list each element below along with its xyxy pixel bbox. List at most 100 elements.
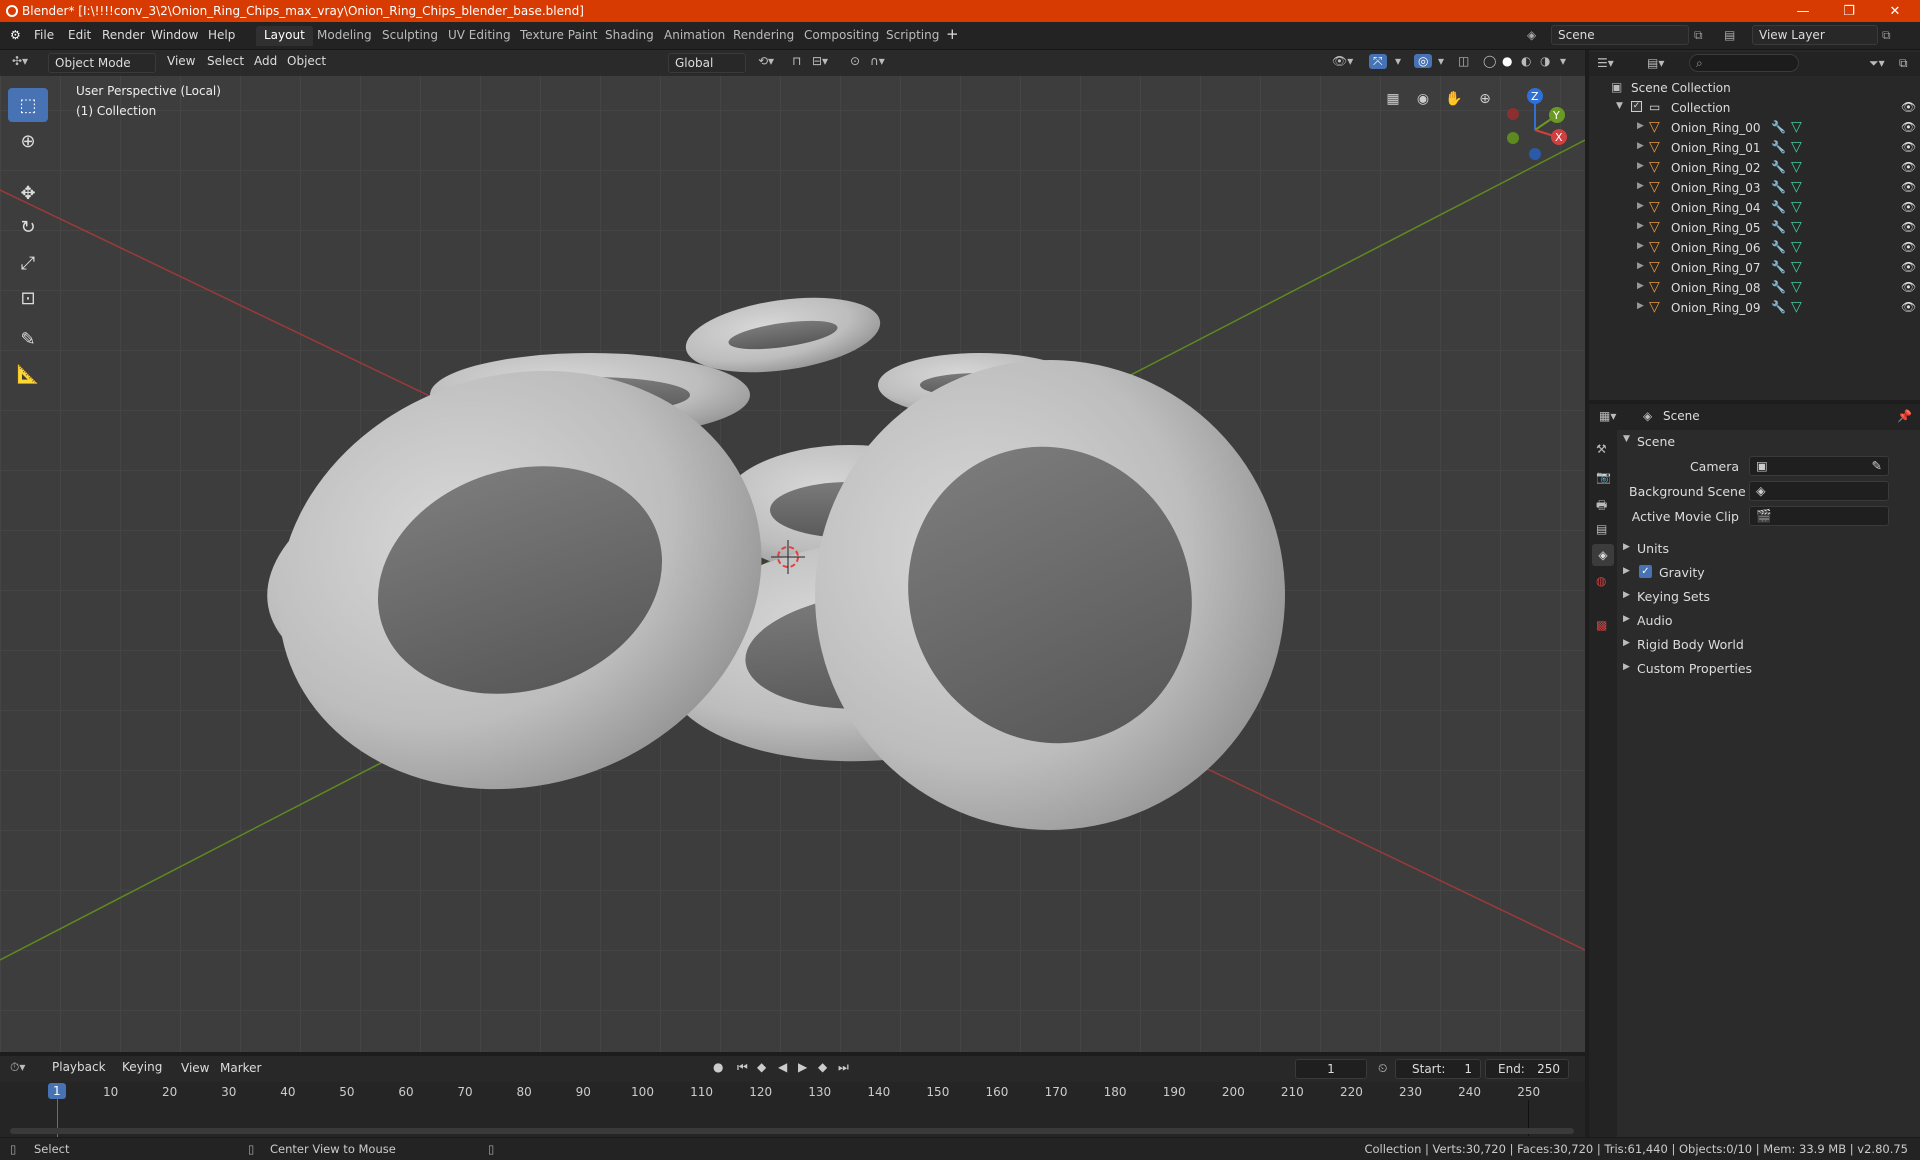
menu-object[interactable]: Object xyxy=(287,54,326,68)
object-visibility-icon[interactable]: 👁 xyxy=(1901,140,1916,154)
end-frame-field[interactable]: End: 250 xyxy=(1485,1059,1569,1079)
play-icon[interactable]: ▶ xyxy=(798,1060,807,1074)
shading-material-icon[interactable]: ◐ xyxy=(1521,54,1531,68)
modifier-wrench-icon[interactable]: 🔧 xyxy=(1771,180,1786,194)
preview-range-icon[interactable]: ⏲ xyxy=(1378,1061,1387,1076)
outliner-object-row[interactable]: ▶ ▽ Onion_Ring_04 🔧 ▽ 👁 xyxy=(1589,198,1920,218)
orientation-selector[interactable]: Global xyxy=(668,53,746,73)
gizmo-neg-z-handle[interactable] xyxy=(1529,148,1541,160)
outliner-object-row[interactable]: ▶ ▽ Onion_Ring_00 🔧 ▽ 👁 xyxy=(1589,118,1920,138)
menu-file[interactable]: File xyxy=(34,28,54,42)
close-button[interactable]: ✕ xyxy=(1872,0,1918,22)
scale-tool-icon[interactable]: ⤢ xyxy=(8,246,48,280)
prev-keyframe-icon[interactable]: ◆ xyxy=(757,1060,766,1074)
object-visibility-icon[interactable]: 👁 xyxy=(1901,180,1916,194)
snap-target-icon[interactable]: ⊟▾ xyxy=(812,54,828,68)
outliner-collection[interactable]: ▼ ✓ ▭ Collection 👁 xyxy=(1589,98,1920,118)
object-visibility-icon[interactable]: 👁 xyxy=(1901,120,1916,134)
menu-window[interactable]: Window xyxy=(151,28,198,42)
properties-section-header[interactable]: ▶ Audio xyxy=(1623,610,1913,632)
object-expand-icon[interactable]: ▶ xyxy=(1637,181,1644,191)
properties-section-header[interactable]: ▶ ✓ Gravity xyxy=(1623,562,1913,584)
record-icon[interactable]: ● xyxy=(713,1060,723,1074)
gizmo-neg-y-handle[interactable] xyxy=(1507,132,1519,144)
shading-dropdown-icon[interactable]: ▾ xyxy=(1560,54,1566,68)
gizmo-toggle-icon[interactable]: ⤧ xyxy=(1369,54,1387,69)
outliner-scene-collection[interactable]: ▣ Scene Collection xyxy=(1589,78,1920,98)
tab-uv-editing[interactable]: UV Editing xyxy=(440,26,519,46)
minimize-button[interactable]: — xyxy=(1780,0,1826,22)
overlays-dropdown-icon[interactable]: ▾ xyxy=(1438,54,1444,68)
modifier-wrench-icon[interactable]: 🔧 xyxy=(1771,140,1786,154)
camera-view-icon[interactable]: ◉ xyxy=(1412,88,1434,110)
outliner-object-row[interactable]: ▶ ▽ Onion_Ring_07 🔧 ▽ 👁 xyxy=(1589,258,1920,278)
tab-compositing[interactable]: Compositing xyxy=(796,26,887,46)
object-visibility-icon[interactable]: 👁 xyxy=(1901,160,1916,174)
scene-type-icon[interactable]: ◈ xyxy=(1527,28,1536,42)
pivot-icon[interactable]: ⟲▾ xyxy=(758,54,774,68)
pin-icon[interactable]: 📌 xyxy=(1897,409,1912,423)
mesh-data-icon[interactable]: ▽ xyxy=(1791,179,1802,195)
properties-section-header[interactable]: ▶ Custom Properties xyxy=(1623,658,1913,680)
scene-selector[interactable]: Scene xyxy=(1551,25,1689,45)
object-expand-icon[interactable]: ▶ xyxy=(1637,161,1644,171)
menu-help[interactable]: Help xyxy=(208,28,235,42)
mesh-data-icon[interactable]: ▽ xyxy=(1791,159,1802,175)
tab-texture-paint[interactable]: Texture Paint xyxy=(512,26,605,46)
timeline-menu-marker[interactable]: Marker xyxy=(220,1061,261,1075)
gravity-checkbox[interactable]: ✓ xyxy=(1639,565,1652,578)
display-mode-icon[interactable]: ▤▾ xyxy=(1647,56,1664,70)
timeline-scrollbar[interactable] xyxy=(10,1128,1574,1134)
mesh-data-icon[interactable]: ▽ xyxy=(1791,119,1802,135)
tab-scripting[interactable]: Scripting xyxy=(878,26,947,46)
measure-tool-icon[interactable]: 📐 xyxy=(8,357,48,391)
collection-expand-icon[interactable]: ▼ xyxy=(1616,101,1623,111)
select-box-tool-icon[interactable]: ⬚ xyxy=(8,88,48,122)
outliner-object-row[interactable]: ▶ ▽ Onion_Ring_03 🔧 ▽ 👁 xyxy=(1589,178,1920,198)
outliner-object-row[interactable]: ▶ ▽ Onion_Ring_08 🔧 ▽ 👁 xyxy=(1589,278,1920,298)
timeline-menu-playback[interactable]: Playback xyxy=(46,1058,114,1078)
tab-render-icon[interactable]: 📷 xyxy=(1596,470,1611,484)
shading-solid-icon[interactable]: ● xyxy=(1502,54,1512,68)
gizmo-dropdown-icon[interactable]: ▾ xyxy=(1395,54,1401,68)
background-scene-field[interactable]: ◈ xyxy=(1749,481,1889,501)
tab-output-icon[interactable]: 🖶 xyxy=(1596,496,1607,517)
outliner-object-row[interactable]: ▶ ▽ Onion_Ring_02 🔧 ▽ 👁 xyxy=(1589,158,1920,178)
view-layer-selector[interactable]: View Layer xyxy=(1752,25,1878,45)
scene-new-icon[interactable]: ⧉ xyxy=(1694,28,1703,43)
overlays-icon[interactable]: ◎ xyxy=(1414,54,1433,68)
tab-tool-icon[interactable]: ⚒ xyxy=(1596,442,1607,456)
shading-wireframe-icon[interactable]: ◯ xyxy=(1483,54,1496,68)
modifier-wrench-icon[interactable]: 🔧 xyxy=(1771,120,1786,134)
outliner-editor-icon[interactable]: ☰▾ xyxy=(1597,56,1614,70)
object-visibility-icon[interactable]: 👁 xyxy=(1901,200,1916,214)
active-movie-clip-field[interactable]: 🎬 xyxy=(1749,506,1889,526)
properties-section-header[interactable]: ▶ Keying Sets xyxy=(1623,586,1913,608)
view-layer-icon[interactable]: ▤ xyxy=(1724,28,1735,42)
object-expand-icon[interactable]: ▶ xyxy=(1637,261,1644,271)
jump-end-icon[interactable]: ⏭ xyxy=(838,1060,849,1075)
transform-tool-icon[interactable]: ⊡ xyxy=(8,281,48,315)
tab-rendering[interactable]: Rendering xyxy=(725,26,802,46)
modifier-wrench-icon[interactable]: 🔧 xyxy=(1771,260,1786,274)
snap-icon[interactable]: ⊓ xyxy=(792,54,801,68)
object-expand-icon[interactable]: ▶ xyxy=(1637,221,1644,231)
scene-panel-header[interactable]: ▼ Scene xyxy=(1623,431,1913,453)
new-collection-icon[interactable]: ⧉ xyxy=(1899,56,1908,71)
current-frame-field[interactable]: 1 xyxy=(1295,1059,1367,1079)
tab-animation[interactable]: Animation xyxy=(656,26,733,46)
proportional-edit-icon[interactable]: ⊙ xyxy=(850,54,860,68)
move-tool-icon[interactable]: ✥ xyxy=(8,176,48,210)
properties-section-header[interactable]: ▶ Rigid Body World xyxy=(1623,634,1913,656)
mesh-data-icon[interactable]: ▽ xyxy=(1791,219,1802,235)
outliner-search-input[interactable]: ⌕ xyxy=(1689,54,1799,72)
timeline-menu-keying[interactable]: Keying xyxy=(116,1058,174,1078)
gizmo-neg-x-handle[interactable] xyxy=(1507,108,1519,120)
mesh-data-icon[interactable]: ▽ xyxy=(1791,299,1802,315)
rotate-tool-icon[interactable]: ↻ xyxy=(8,210,48,244)
mesh-data-icon[interactable]: ▽ xyxy=(1791,139,1802,155)
menu-render[interactable]: Render xyxy=(102,28,145,42)
object-visibility-icon[interactable]: 👁 xyxy=(1901,300,1916,314)
zoom-icon[interactable]: ⊕ xyxy=(1474,88,1496,110)
add-workspace-icon[interactable]: + xyxy=(946,25,959,43)
